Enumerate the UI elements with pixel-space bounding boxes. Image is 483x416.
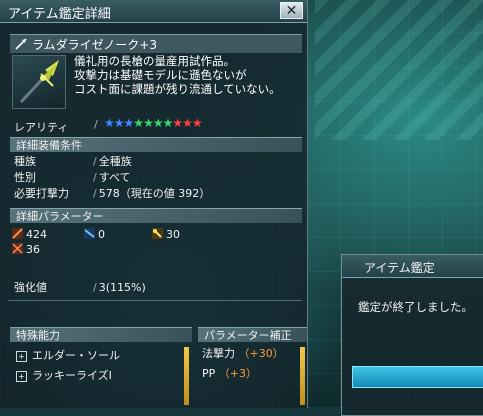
ability-item[interactable]: + エルダー・ソール xyxy=(16,349,120,363)
item-name: ラムダライゼノーク+3 xyxy=(32,38,157,52)
scrollbar-thumb[interactable] xyxy=(184,347,189,405)
description-line: 攻撃力は基礎モデルに遜色ないが xyxy=(74,68,247,82)
sword-attack-stat: 424 xyxy=(12,228,47,242)
tech-attack-stat: 30 xyxy=(152,228,180,242)
gun-attack-icon xyxy=(84,228,95,239)
special-abilities-header: 特殊能力 xyxy=(10,327,192,342)
equip-conditions-header: 詳細装備条件 xyxy=(10,137,302,152)
popup-titlebar: アイテム鑑定 xyxy=(342,255,483,278)
window-title: アイテム鑑定詳細 xyxy=(8,7,111,22)
gender-value: / すべて xyxy=(93,171,131,184)
rarity-star-icon: ★ xyxy=(143,116,154,130)
expand-icon: + xyxy=(16,371,27,382)
bonus-row: 法撃力 （+30） xyxy=(202,347,284,360)
rarity-star-icon: ★ xyxy=(162,116,174,130)
popup-confirm-button[interactable] xyxy=(352,366,483,388)
item-appraisal-detail-window: アイテム鑑定詳細 ✕ ラムダライゼノーク+3 儀礼用の長槍の量産用試作品。 攻撃… xyxy=(0,0,308,408)
item-description: 儀礼用の長槍の量産用試作品。 攻撃力は基礎モデルに遜色ないが コスト面に課題が残… xyxy=(74,54,304,96)
bonus-scrollbar[interactable] xyxy=(300,347,305,405)
rarity-star-icon: ★ xyxy=(104,116,115,130)
param-bonus-header: パラメーター補正 xyxy=(198,327,307,342)
rarity-star-icon: ★ xyxy=(152,116,164,130)
item-name-bar: ラムダライゼノーク+3 xyxy=(10,34,302,53)
rarity-label: レアリティ xyxy=(14,121,69,134)
tech-attack-icon xyxy=(152,228,163,239)
rarity-star-icon: ★ xyxy=(123,116,135,130)
close-button[interactable]: ✕ xyxy=(280,2,303,19)
rarity-star-icon: ★ xyxy=(182,116,193,130)
expand-icon: + xyxy=(16,351,27,362)
bonus-row: PP （+3） xyxy=(202,367,257,380)
grind-value: /3(115%) xyxy=(93,281,146,294)
partisan-icon xyxy=(15,38,27,50)
popup-message: 鑑定が終了しました。 xyxy=(358,300,473,314)
race-value: / 全種族 xyxy=(93,155,132,168)
grind-label: 強化値 xyxy=(14,281,47,294)
abilities-scrollbar[interactable] xyxy=(184,347,189,405)
required-stat-value: /578（現在の値 392） xyxy=(93,187,211,200)
race-label: 種族 xyxy=(14,155,36,168)
description-line: コスト面に課題が残り流通していない。 xyxy=(74,82,281,96)
dexterity-icon xyxy=(12,243,23,254)
description-line: 儀礼用の長槍の量産用試作品。 xyxy=(74,54,235,68)
section-divider xyxy=(8,300,302,301)
rarity-separator: / xyxy=(94,118,98,131)
dexterity-stat: 36 xyxy=(12,243,40,257)
popup-title: アイテム鑑定 xyxy=(364,261,435,275)
rarity-star-icon: ★ xyxy=(133,116,144,130)
parameters-header: 詳細パラメーター xyxy=(10,208,302,223)
item-image xyxy=(12,55,66,109)
scrollbar-thumb[interactable] xyxy=(300,347,305,405)
ability-item[interactable]: + ラッキーライズI xyxy=(16,369,112,383)
spear-image-icon xyxy=(19,60,59,104)
rarity-star-icon: ★ xyxy=(191,116,203,130)
rarity-star-icon: ★ xyxy=(113,116,125,130)
sword-attack-icon xyxy=(12,228,23,239)
window-titlebar: アイテム鑑定詳細 ✕ xyxy=(0,0,307,23)
gun-attack-stat: 0 xyxy=(84,228,105,242)
required-stat-label: 必要打撃力 xyxy=(14,187,69,200)
gender-label: 性別 xyxy=(14,171,36,184)
appraisal-popup: アイテム鑑定 鑑定が終了しました。 xyxy=(341,254,483,416)
rarity-stars: ★★★★★★★★★★ xyxy=(104,116,203,130)
rarity-star-icon: ★ xyxy=(172,116,183,130)
background-stripes xyxy=(315,0,483,140)
